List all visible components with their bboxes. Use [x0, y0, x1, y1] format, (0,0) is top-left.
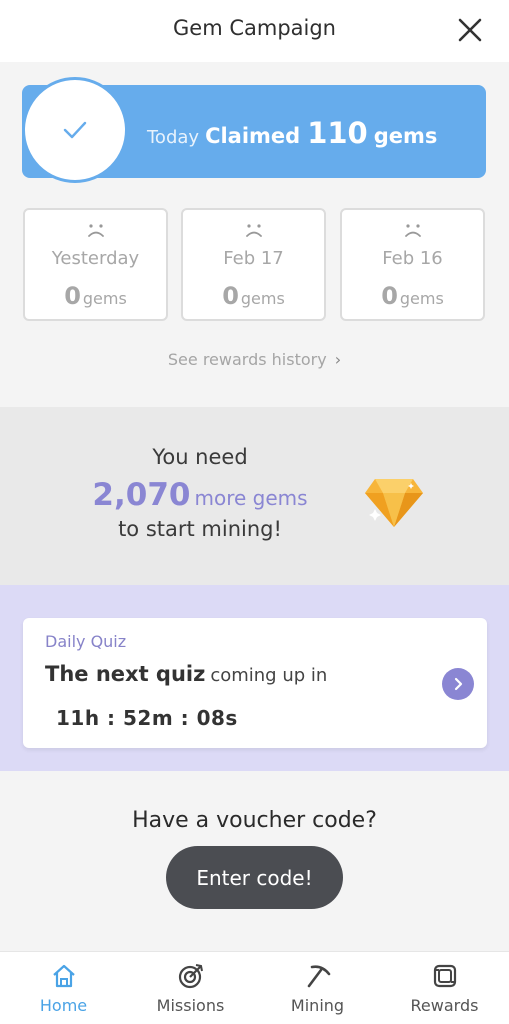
gift-box-icon — [381, 960, 508, 992]
daily-quiz-card[interactable]: Daily Quiz The next quiz coming up in 11h… — [23, 618, 487, 748]
quiz-title-strong: The next quiz — [45, 662, 206, 686]
gems-needed-suffix: more gems — [194, 486, 308, 510]
sad-face-icon — [342, 222, 483, 242]
chevron-right-icon — [454, 677, 463, 691]
day-gems: 0 gems — [183, 282, 324, 310]
today-gem-unit: gems — [373, 124, 438, 148]
gems-needed-section: You need 2,070 more gems to start mining! — [0, 407, 509, 585]
need-line-1: You need — [152, 445, 248, 469]
header: Gem Campaign — [0, 0, 509, 62]
day-card-feb-16: Feb 16 0 gems — [340, 208, 485, 321]
today-label: Today — [147, 127, 200, 148]
target-icon — [127, 960, 254, 992]
nav-item-missions[interactable]: Missions — [127, 960, 254, 1015]
day-gem-unit: gems — [82, 289, 127, 308]
day-gems: 0 gems — [342, 282, 483, 310]
day-label: Feb 17 — [223, 248, 284, 269]
today-claimed-text: Today Claimed 110 gems — [147, 116, 437, 150]
rewards-history-label: See rewards history — [167, 350, 327, 369]
day-gem-count: 0 — [64, 282, 81, 310]
day-gem-count: 0 — [381, 282, 398, 310]
nav-label: Home — [39, 996, 88, 1015]
nav-item-mining[interactable]: Mining — [254, 960, 381, 1015]
pickaxe-icon — [254, 960, 381, 992]
need-line-3: to start mining! — [118, 517, 282, 541]
today-gem-count: 110 — [307, 116, 368, 150]
claimed-label: Claimed — [205, 124, 301, 148]
gem-icon — [365, 479, 423, 527]
nav-item-rewards[interactable]: Rewards — [381, 960, 508, 1015]
gems-needed-amount: 2,070 — [92, 477, 191, 513]
day-label: Yesterday — [51, 248, 140, 269]
close-button[interactable] — [455, 15, 485, 45]
nav-label: Rewards — [410, 996, 479, 1015]
page-title: Gem Campaign — [173, 16, 336, 40]
day-card-feb-17: Feb 17 0 gems — [181, 208, 326, 321]
quiz-title-rest: coming up in — [210, 665, 328, 686]
checkmark-icon — [63, 121, 87, 139]
day-gem-count: 0 — [222, 282, 239, 310]
day-card-yesterday: Yesterday 0 gems — [23, 208, 168, 321]
today-check-circle — [22, 77, 128, 183]
bottom-nav: Home Missions Mining Rewards — [0, 951, 509, 1024]
day-label: Feb 16 — [382, 248, 443, 269]
chevron-right-icon: › — [334, 350, 342, 369]
nav-label: Missions — [156, 996, 225, 1015]
sad-face-icon — [183, 222, 324, 242]
nav-item-home[interactable]: Home — [0, 960, 127, 1015]
sad-face-icon — [25, 222, 166, 242]
quiz-title: The next quiz coming up in — [45, 662, 327, 686]
day-gem-unit: gems — [240, 289, 285, 308]
quiz-countdown: 11h : 52m : 08s — [56, 706, 238, 730]
need-line-2: 2,070 more gems — [40, 477, 360, 513]
close-icon — [458, 18, 482, 42]
voucher-title: Have a voucher code? — [132, 808, 377, 833]
quiz-open-button[interactable] — [442, 668, 474, 700]
enter-code-button[interactable]: Enter code! — [166, 846, 343, 909]
rewards-history-link[interactable]: See rewards history › — [0, 350, 509, 369]
daily-quiz-section: Daily Quiz The next quiz coming up in 11h… — [0, 585, 509, 771]
quiz-label: Daily Quiz — [45, 632, 127, 651]
home-icon — [0, 960, 127, 992]
nav-label: Mining — [290, 996, 345, 1015]
day-gems: 0 gems — [25, 282, 166, 310]
day-gem-unit: gems — [399, 289, 444, 308]
gems-needed-text: You need 2,070 more gems to start mining! — [40, 445, 360, 541]
